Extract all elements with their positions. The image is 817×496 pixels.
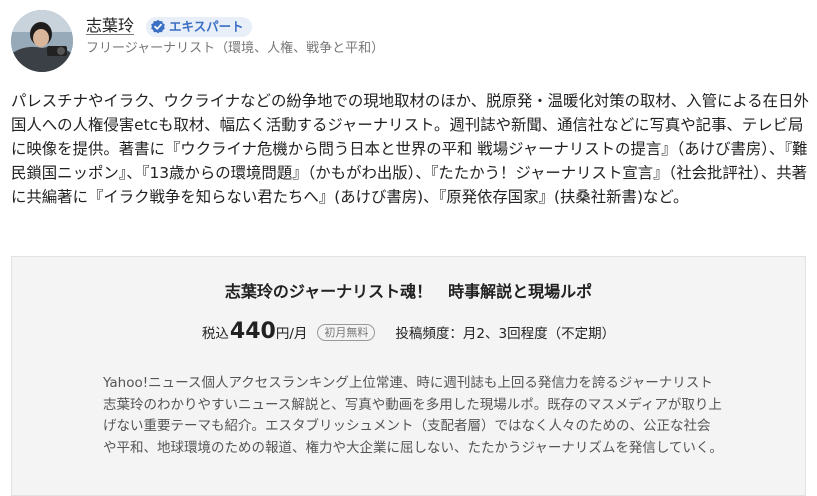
subscription-description: Yahoo!ニュース個人アクセスランキング上位常連、時に週刊誌も上回る発信力を誇… <box>103 375 723 456</box>
verified-check-icon <box>151 19 165 34</box>
posting-frequency: 投稿頻度：月2、3回程度（不定期） <box>395 326 616 342</box>
price-unit: 円/月 <box>275 326 308 342</box>
subscription-card[interactable]: 志葉玲のジャーナリスト魂！ 時事解説と現場ルポ 税込 440 円/月 初月無料 … <box>11 256 806 496</box>
expert-badge-label: エキスパート <box>169 19 244 34</box>
author-bio: パレスチナやイラク、ウクライナなどの紛争地での現地取材のほか、脱原発・温暖化対策… <box>11 92 809 206</box>
expert-badge: エキスパート <box>146 17 252 37</box>
price-amount: 440 <box>229 319 276 344</box>
author-name[interactable]: 志葉玲 <box>86 16 134 36</box>
avatar[interactable] <box>11 10 73 72</box>
author-subtitle: フリージャーナリスト（環境、人権、戦争と平和） <box>86 41 385 56</box>
author-header: 志葉玲 エキスパート フリージャーナリスト（環境、人権、戦争と平和） <box>11 10 811 72</box>
price-tax-label: 税込 <box>201 326 229 342</box>
subscription-price-row: 税込 440 円/月 初月無料 投稿頻度：月2、3回程度（不定期） <box>12 319 805 347</box>
trial-badge: 初月無料 <box>317 324 376 341</box>
author-photo <box>11 10 73 72</box>
subscription-title[interactable]: 志葉玲のジャーナリスト魂！ 時事解説と現場ルポ <box>12 281 805 303</box>
